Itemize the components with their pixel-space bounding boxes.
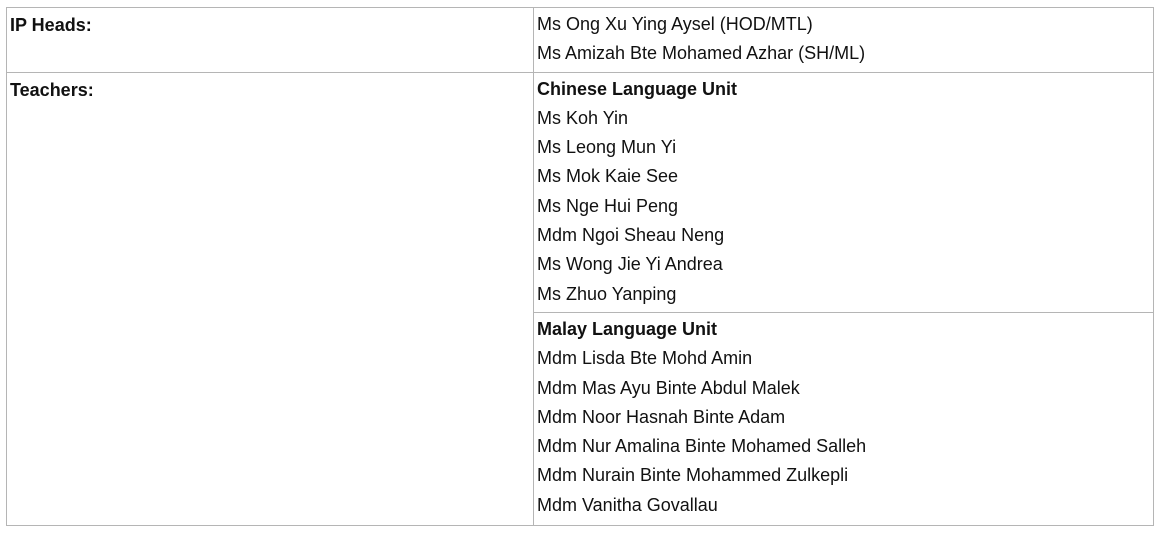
teachers-label: Teachers: — [10, 79, 94, 100]
teacher-name: Mdm Mas Ayu Binte Abdul Malek — [537, 377, 800, 398]
teacher-name: Ms Koh Yin — [537, 107, 629, 128]
ip-heads-names-cell: Ms Ong Xu Ying Aysel (HOD/MTL) Ms Amizah… — [533, 7, 1154, 73]
ip-heads-row: IP Heads: Ms Ong Xu Ying Aysel (HOD/MTL)… — [6, 7, 1154, 73]
staff-table: IP Heads: Ms Ong Xu Ying Aysel (HOD/MTL)… — [6, 7, 1154, 527]
malay-unit-list: Malay Language Unit Mdm Lisda Bte Mohd A… — [534, 313, 1153, 525]
unit-title: Malay Language Unit — [537, 318, 718, 339]
ip-heads-list: Ms Ong Xu Ying Aysel (HOD/MTL) Ms Amizah… — [534, 8, 1153, 72]
chinese-unit-cell: Chinese Language Unit Ms Koh Yin Ms Leon… — [533, 71, 1154, 313]
teacher-name: Ms Leong Mun Yi — [537, 137, 677, 158]
teachers-label-cell: Teachers: — [6, 71, 534, 527]
teacher-name: Ms Wong Jie Yi Andrea — [537, 254, 723, 275]
teacher-name: Mdm Nurain Binte Mohammed Zulkepli — [537, 465, 849, 486]
ip-head-name: Ms Ong Xu Ying Aysel (HOD/MTL) — [537, 14, 813, 34]
teacher-name: Ms Zhuo Yanping — [537, 283, 677, 304]
teacher-name: Mdm Vanitha Govallau — [537, 494, 718, 515]
teacher-name: Mdm Lisda Bte Mohd Amin — [537, 348, 753, 369]
teachers-row-chinese: Teachers: Chinese Language Unit Ms Koh Y… — [6, 71, 1154, 527]
chinese-unit-list: Chinese Language Unit Ms Koh Yin Ms Leon… — [534, 73, 1153, 312]
ip-head-name: Ms Amizah Bte Mohamed Azhar (SH/ML) — [537, 43, 866, 64]
malay-unit-cell: Malay Language Unit Mdm Lisda Bte Mohd A… — [533, 311, 1154, 527]
teacher-name: Mdm Nur Amalina Binte Mohamed Salleh — [537, 436, 867, 457]
ip-heads-label: IP Heads: — [10, 15, 92, 35]
teacher-name: Mdm Noor Hasnah Binte Adam — [537, 406, 786, 427]
teacher-name: Ms Mok Kaie See — [537, 166, 679, 187]
teacher-name: Mdm Ngoi Sheau Neng — [537, 225, 725, 246]
teacher-name: Ms Nge Hui Peng — [537, 195, 679, 216]
ip-heads-label-cell: IP Heads: — [6, 7, 534, 73]
unit-title: Chinese Language Unit — [537, 78, 738, 99]
